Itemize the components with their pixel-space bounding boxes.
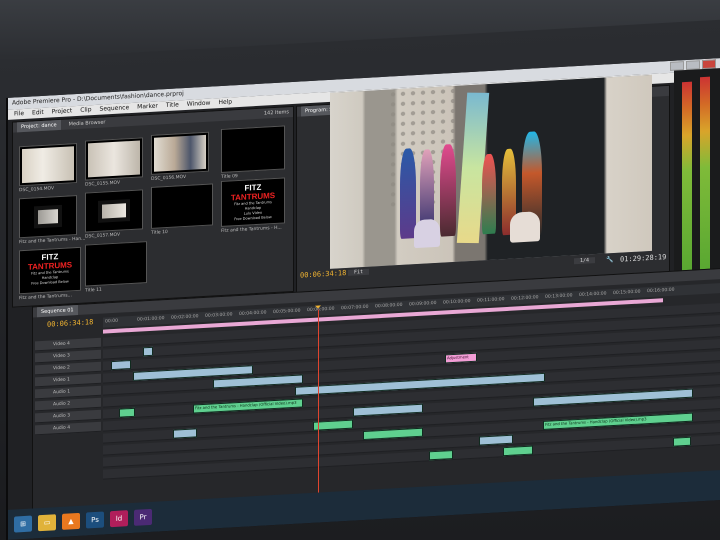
photo-scene: Adobe Premiere Pro - D:\Documents\fashio… <box>0 0 720 540</box>
menu-marker[interactable]: Marker <box>137 102 158 113</box>
video-clip[interactable] <box>143 346 153 357</box>
monitor-screen: Adobe Premiere Pro - D:\Documents\fashio… <box>6 58 720 540</box>
menu-clip[interactable]: Clip <box>80 105 91 116</box>
fit-dropdown[interactable]: Fit <box>348 268 370 276</box>
thumbnail-label: Fitz and the Tantrums... <box>19 293 72 302</box>
thumbnail-fitz-clip[interactable] <box>19 195 77 239</box>
thumbnail-dsc0155[interactable] <box>85 137 143 181</box>
explorer-icon[interactable]: ▭ <box>38 514 56 532</box>
menu-edit[interactable]: Edit <box>32 108 44 119</box>
video-clip[interactable] <box>173 428 197 439</box>
thumbnail-dsc0154[interactable] <box>19 143 77 187</box>
thumbnail-label: Fitz and the Tantrums - Han... <box>19 236 86 246</box>
thumbnail-fitz-title[interactable]: FITZ TANTRUMS Fitz and the Tantrums Hand… <box>221 177 285 227</box>
fitz-logo: FITZ TANTRUMS <box>230 182 276 203</box>
video-clip[interactable] <box>111 360 131 371</box>
thumbnail-label: Fitz and the Tantrums - H... <box>221 225 282 234</box>
resolution-dropdown[interactable]: 1/4 <box>574 257 596 265</box>
thumbnail-fitz-title-2[interactable]: FITZ TANTRUMS Fitz and the Tantrums Hand… <box>19 246 81 295</box>
thumbnail-title10[interactable] <box>151 183 213 229</box>
adjustment-clip[interactable]: Adjustment <box>445 352 477 364</box>
menu-window[interactable]: Window <box>187 99 211 110</box>
audio-clip[interactable] <box>503 445 533 457</box>
thumbnail-label: Title 11 <box>85 287 102 294</box>
project-panel: Project: dance Media Browser 142 Items D… <box>12 105 294 308</box>
vlc-icon[interactable]: ▲ <box>62 512 80 530</box>
thumbnail-title09[interactable] <box>221 125 285 173</box>
thumbnail-dsc0156[interactable] <box>151 131 209 175</box>
thumbnail-label: DSC_0154.MOV <box>19 186 55 194</box>
menu-help[interactable]: Help <box>218 97 232 108</box>
wrench-icon[interactable]: 🔧 <box>606 256 613 263</box>
menu-file[interactable]: File <box>14 109 24 120</box>
start-button[interactable]: ⊞ <box>14 515 32 533</box>
items-count: 142 Items <box>263 109 289 117</box>
premiere-icon[interactable]: Pr <box>134 508 152 526</box>
thumbnail-label: Title 09 <box>221 174 238 180</box>
thumbnail-label: DSC_0155.MOV <box>85 180 121 188</box>
menu-title[interactable]: Title <box>166 100 179 111</box>
menu-sequence[interactable]: Sequence <box>100 103 130 115</box>
photoshop-icon[interactable]: Ps <box>86 511 104 529</box>
tab-media-browser[interactable]: Media Browser <box>69 117 106 129</box>
audio-clip[interactable] <box>673 436 691 447</box>
playhead[interactable] <box>318 309 319 522</box>
fitz-logo: FITZ TANTRUMS <box>27 252 73 272</box>
audio-clip[interactable] <box>119 407 135 418</box>
video-clip[interactable] <box>479 434 513 446</box>
thumbnail-label: DSC_0156.MOV <box>151 174 187 182</box>
track-header-audio4[interactable]: Audio 4 <box>35 421 101 436</box>
audio-clip[interactable] <box>429 450 453 461</box>
indesign-icon[interactable]: Id <box>110 510 128 528</box>
thumbnail-label: DSC_0157.MOV <box>85 232 121 240</box>
thumbnail-dsc0157[interactable] <box>85 189 143 233</box>
thumbnail-label: Title 10 <box>151 229 168 236</box>
video-frame <box>330 74 652 269</box>
timeline-timecode[interactable]: 00:06:34:18 <box>47 318 93 329</box>
tab-project[interactable]: Project: dance <box>17 119 61 133</box>
menu-project[interactable]: Project <box>52 106 73 117</box>
thumbnail-title11[interactable] <box>85 241 147 287</box>
